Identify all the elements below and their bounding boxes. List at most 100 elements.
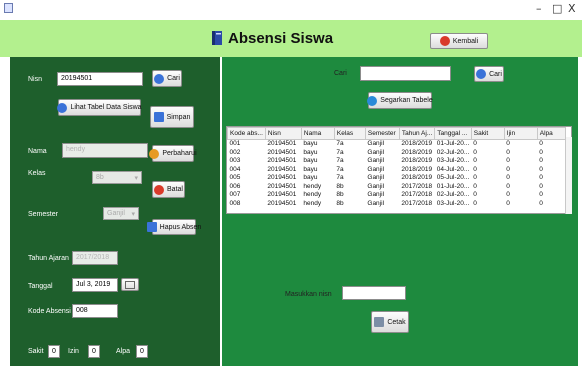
view-student-table-button[interactable]: Lihat Tabel Data Siswa (57, 99, 142, 116)
table-cell: 03-Jul-20... (436, 157, 470, 164)
alpa-field[interactable]: 0 (136, 345, 148, 358)
table-cell: 007 (229, 191, 241, 198)
table-cell: 20194501 (267, 140, 297, 147)
column-header[interactable]: Tanggal ... (434, 127, 472, 140)
table-cell: hendy (303, 182, 322, 190)
masukkan-label: Masukkan nisn (285, 291, 332, 298)
page-title: Absensi Siswa (228, 30, 334, 47)
table-row[interactable]: 004 20194501 bayu 7a Ganjil 2018/2019 04-Jul-2… (228, 166, 566, 175)
table-cell: 2017/2018 (401, 182, 433, 190)
column-header[interactable]: Nisn (264, 127, 302, 140)
table-cell: 0 (539, 174, 543, 181)
kode-field[interactable]: 008 (72, 304, 118, 318)
table-cell: 0 (539, 140, 543, 147)
save-button[interactable]: Simpan (150, 106, 194, 128)
nama-field[interactable]: hendy (62, 143, 148, 158)
search-records-input[interactable] (360, 66, 451, 81)
column-header[interactable]: Kode abs... (227, 127, 266, 140)
tahun-field[interactable]: 2017/2018 (72, 251, 118, 265)
table-cell: 7a (336, 157, 344, 164)
table-cell: 02-Jul-20... (436, 148, 470, 156)
table-cell: 0 (539, 148, 543, 156)
search-records-button[interactable]: Cari (474, 66, 504, 82)
table-row[interactable]: 001 20194501 bayu 7a Ganjil 2018/2019 01-Jul-2… (228, 140, 566, 149)
back-arrow-icon (439, 36, 450, 46)
semester-dropdown[interactable]: Ganjil ▾ (103, 207, 139, 220)
nisn-print-input[interactable] (342, 286, 406, 300)
table-cell: 8b (336, 199, 344, 207)
table-cell: hendy (303, 199, 322, 207)
table-cell: 2018/2019 (401, 157, 433, 164)
sakit-field[interactable]: 0 (48, 345, 60, 358)
calendar-icon (125, 280, 135, 289)
table-cell: 20194501 (267, 157, 297, 164)
cancel-button[interactable]: Batal (152, 181, 185, 198)
column-header[interactable]: Semester (364, 127, 400, 140)
column-header[interactable]: Nama (300, 127, 335, 140)
refresh-table-button[interactable]: Segarkan Tabele (367, 92, 433, 109)
kelas-label: Kelas (28, 170, 46, 177)
tanggal-label: Tanggal (28, 283, 53, 290)
table-row[interactable]: 006 20194501 hendy 8b Ganjil 2017/2018 01-Jul-… (228, 183, 566, 192)
column-header[interactable]: Sakit (470, 127, 505, 140)
tahun-label: Tahun Ajaran (28, 255, 69, 262)
table-cell: bayu (303, 148, 318, 156)
search-student-button[interactable]: Cari (152, 70, 182, 87)
table-cell: 0 (473, 191, 477, 198)
table-cell: 2018/2019 (401, 165, 433, 173)
table-cell: 8b (336, 191, 344, 198)
update-button[interactable]: Perbaharui (149, 145, 197, 162)
calendar-button[interactable] (121, 278, 139, 291)
table-scrollbar[interactable] (565, 137, 572, 214)
table-cell: 20194501 (267, 191, 297, 198)
table-row[interactable]: 007 20194501 hendy 8b Ganjil 2017/2018 02-Jul-… (228, 191, 566, 200)
table-row[interactable]: 002 20194501 bayu 7a Ganjil 2018/2019 02-Jul-2… (228, 149, 566, 158)
table-cell: 7a (336, 148, 344, 156)
table-cell: 0 (473, 199, 477, 207)
search-icon (476, 69, 487, 79)
table-row[interactable]: 003 20194501 bayu 7a Ganjil 2018/2019 03-Jul-2… (228, 157, 566, 166)
table-cell: bayu (303, 157, 318, 164)
izin-field[interactable]: 0 (88, 345, 100, 358)
chevron-down-icon: ▾ (131, 210, 135, 218)
table-cell: 02-Jul-20... (436, 191, 470, 198)
save-icon (153, 112, 164, 122)
print-button[interactable]: Cetak (371, 311, 409, 333)
minimize-button[interactable]: – (536, 3, 542, 15)
table-cell: 006 (229, 182, 241, 190)
table-cell: Ganjil (367, 148, 385, 156)
table-cell: 0 (506, 191, 510, 198)
table-cell: 03-Jul-20... (436, 199, 470, 207)
maximize-button[interactable]: □ (552, 3, 562, 15)
delete-attendance-button[interactable]: Hapus Absen (146, 219, 201, 235)
delete-attendance-label: Hapus Absen (159, 223, 202, 231)
column-header[interactable]: Kelas (333, 127, 366, 140)
table-cell: bayu (303, 165, 318, 173)
table-cell: 01-Jul-20... (436, 182, 470, 190)
semester-label: Semester (28, 211, 58, 218)
date-field[interactable]: Jul 3, 2019 (72, 278, 118, 292)
nisn-field[interactable]: 20194501 (57, 72, 143, 86)
table-cell: 003 (229, 157, 241, 164)
save-button-label: Simpan (166, 113, 191, 121)
attendance-grid: Kode abs... Nisn Nama Kelas Semester Tahun Aj… (227, 127, 566, 208)
close-button[interactable]: X (568, 3, 576, 15)
table-cell: Ganjil (367, 174, 385, 181)
table-cell: 0 (473, 174, 477, 181)
table-cell: 0 (473, 148, 477, 156)
table-cell: 20194501 (267, 174, 297, 181)
column-header[interactable]: Tahun Aj... (398, 127, 436, 140)
refresh-table-label: Segarkan Tabele (380, 97, 433, 104)
table-cell: 20194501 (267, 165, 297, 173)
table-row[interactable]: 008 20194501 hendy 8b Ganjil 2017/2018 03-Jul-… (228, 200, 566, 209)
book-icon (211, 30, 224, 46)
back-button[interactable]: Kembali (430, 33, 488, 49)
cari-label: Cari (334, 70, 347, 77)
table-cell: Ganjil (367, 199, 385, 207)
table-row[interactable]: 005 20194501 bayu 7a Ganjil 2018/2019 05-Jul-2… (228, 174, 566, 183)
table-cell: Ganjil (367, 165, 385, 173)
cancel-button-label: Batal (167, 186, 183, 193)
column-header[interactable]: Alpa (536, 127, 566, 140)
column-header[interactable]: Ijin (503, 127, 538, 140)
kelas-dropdown[interactable]: 8b ▾ (92, 171, 142, 184)
